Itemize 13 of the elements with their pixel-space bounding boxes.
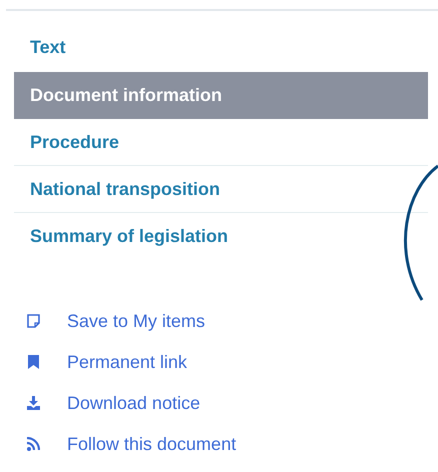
download-icon <box>27 396 40 410</box>
nav-item[interactable]: Summary of legislation <box>14 213 428 260</box>
note-icon <box>27 314 40 328</box>
nav-item[interactable]: National transposition <box>14 166 428 213</box>
bookmark-icon <box>27 355 40 369</box>
nav-item[interactable]: Text <box>14 35 428 59</box>
rss-icon <box>27 437 40 451</box>
nav-item[interactable]: Procedure <box>14 119 428 166</box>
action-link[interactable]: Follow this document <box>67 433 236 455</box>
action-link[interactable]: Download notice <box>67 392 200 414</box>
action-link[interactable]: Permanent link <box>67 351 188 373</box>
nav-item[interactable]: Document information <box>14 72 428 119</box>
action-link[interactable]: Save to My items <box>67 310 206 332</box>
